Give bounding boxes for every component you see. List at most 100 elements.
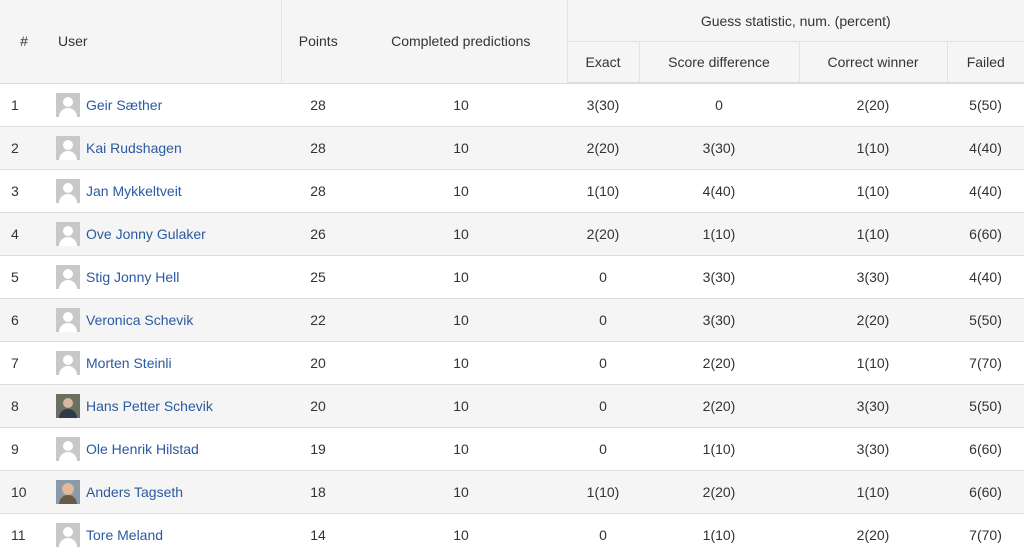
completed-predictions-cell: 10: [355, 82, 567, 126]
user-cell: Morten Steinli: [48, 340, 281, 384]
exact-cell: 3(30): [567, 82, 639, 126]
rank-cell: 6: [0, 297, 48, 341]
header-exact: Exact: [566, 41, 639, 84]
table-row: 3 Jan Mykkeltveit 28 10 1(10) 4(40) 1(10) 4(40): [0, 168, 1024, 212]
rank-cell: 1: [0, 82, 48, 126]
points-cell: 28: [281, 82, 355, 126]
table-row: 2 Kai Rudshagen 28 10 2(20) 3(30) 1(10) 4(40): [0, 125, 1024, 169]
correct-winner-cell: 1(10): [799, 340, 947, 384]
completed-predictions-cell: 10: [355, 125, 567, 169]
rank-cell: 10: [0, 469, 48, 513]
score-difference-cell: 3(30): [639, 125, 799, 169]
correct-winner-cell: 1(10): [799, 469, 947, 513]
header-score-difference: Score difference: [638, 41, 799, 84]
table-header: # User Points Completed predictions Gues…: [0, 0, 1024, 84]
score-difference-cell: 4(40): [639, 168, 799, 212]
user-link[interactable]: Geir Sæther: [86, 97, 162, 113]
correct-winner-cell: 2(20): [799, 297, 947, 341]
user-link[interactable]: Jan Mykkeltveit: [86, 183, 182, 199]
user-photo[interactable]: [56, 393, 80, 418]
completed-predictions-cell: 10: [355, 383, 567, 427]
header-user: User: [48, 0, 281, 83]
points-cell: 22: [281, 297, 355, 341]
completed-predictions-cell: 10: [355, 512, 567, 556]
user-link[interactable]: Hans Petter Schevik: [86, 398, 213, 414]
points-cell: 14: [281, 512, 355, 556]
rank-cell: 11: [0, 512, 48, 556]
user-avatar-icon[interactable]: [56, 92, 80, 117]
table-row: 11 Tore Meland 14 10 0 1(10) 2(20) 7(70): [0, 512, 1024, 556]
correct-winner-cell: 2(20): [799, 512, 947, 556]
failed-cell: 4(40): [947, 254, 1024, 298]
user-cell: Ove Jonny Gulaker: [48, 211, 281, 255]
user-avatar-icon[interactable]: [56, 350, 80, 375]
correct-winner-cell: 1(10): [799, 168, 947, 212]
failed-cell: 7(70): [947, 512, 1024, 556]
points-cell: 28: [281, 125, 355, 169]
leaderboard-table: # User Points Completed predictions Gues…: [0, 0, 1024, 556]
table-row: 1 Geir Sæther 28 10 3(30) 0 2(20) 5(50): [0, 82, 1024, 126]
points-cell: 20: [281, 340, 355, 384]
completed-predictions-cell: 10: [355, 254, 567, 298]
failed-cell: 7(70): [947, 340, 1024, 384]
user-cell: Stig Jonny Hell: [48, 254, 281, 298]
exact-cell: 0: [567, 254, 639, 298]
failed-cell: 5(50): [947, 297, 1024, 341]
user-avatar-icon[interactable]: [56, 178, 80, 203]
points-cell: 18: [281, 469, 355, 513]
user-link[interactable]: Kai Rudshagen: [86, 140, 182, 156]
points-cell: 25: [281, 254, 355, 298]
completed-predictions-cell: 10: [355, 168, 567, 212]
table-row: 7 Morten Steinli 20 10 0 2(20) 1(10) 7(70): [0, 340, 1024, 384]
header-points: Points: [280, 0, 355, 83]
failed-cell: 4(40): [947, 125, 1024, 169]
exact-cell: 2(20): [567, 125, 639, 169]
exact-cell: 0: [567, 426, 639, 470]
user-avatar-icon[interactable]: [56, 307, 80, 332]
completed-predictions-cell: 10: [355, 297, 567, 341]
score-difference-cell: 0: [639, 82, 799, 126]
score-difference-cell: 2(20): [639, 340, 799, 384]
user-link[interactable]: Ole Henrik Hilstad: [86, 441, 199, 457]
user-avatar-icon[interactable]: [56, 436, 80, 461]
score-difference-cell: 1(10): [639, 211, 799, 255]
table-row: 8 Hans Petter Schevik 20 10 0 2(20) 3(30) 5(50): [0, 383, 1024, 427]
rank-cell: 3: [0, 168, 48, 212]
user-link[interactable]: Morten Steinli: [86, 355, 172, 371]
header-failed: Failed: [946, 41, 1024, 84]
score-difference-cell: 3(30): [639, 297, 799, 341]
exact-cell: 2(20): [567, 211, 639, 255]
user-link[interactable]: Ove Jonny Gulaker: [86, 226, 206, 242]
user-photo[interactable]: [56, 479, 80, 504]
user-avatar-icon[interactable]: [56, 221, 80, 246]
user-link[interactable]: Tore Meland: [86, 527, 163, 543]
points-cell: 26: [281, 211, 355, 255]
table-row: 9 Ole Henrik Hilstad 19 10 0 1(10) 3(30) 6(60): [0, 426, 1024, 470]
table-row: 6 Veronica Schevik 22 10 0 3(30) 2(20) 5(50): [0, 297, 1024, 341]
user-avatar-icon[interactable]: [56, 522, 80, 547]
table-row: 5 Stig Jonny Hell 25 10 0 3(30) 3(30) 4(40): [0, 254, 1024, 298]
correct-winner-cell: 1(10): [799, 125, 947, 169]
rank-cell: 5: [0, 254, 48, 298]
user-link[interactable]: Veronica Schevik: [86, 312, 193, 328]
user-link[interactable]: Anders Tagseth: [86, 484, 183, 500]
user-link[interactable]: Stig Jonny Hell: [86, 269, 179, 285]
correct-winner-cell: 1(10): [799, 211, 947, 255]
rank-cell: 9: [0, 426, 48, 470]
score-difference-cell: 3(30): [639, 254, 799, 298]
header-rank: #: [0, 0, 48, 83]
user-cell: Anders Tagseth: [48, 469, 281, 513]
header-guess-statistic: Guess statistic, num. (percent): [566, 0, 1024, 42]
completed-predictions-cell: 10: [355, 211, 567, 255]
correct-winner-cell: 3(30): [799, 383, 947, 427]
correct-winner-cell: 2(20): [799, 82, 947, 126]
completed-predictions-cell: 10: [355, 426, 567, 470]
rank-cell: 4: [0, 211, 48, 255]
correct-winner-cell: 3(30): [799, 426, 947, 470]
user-avatar-icon[interactable]: [56, 135, 80, 160]
user-cell: Veronica Schevik: [48, 297, 281, 341]
user-cell: Kai Rudshagen: [48, 125, 281, 169]
table-body: 1 Geir Sæther 28 10 3(30) 0 2(20) 5(50) 2 Kai Rud…: [0, 82, 1024, 556]
table-row: 4 Ove Jonny Gulaker 26 10 2(20) 1(10) 1(10) 6(6…: [0, 211, 1024, 255]
user-avatar-icon[interactable]: [56, 264, 80, 289]
